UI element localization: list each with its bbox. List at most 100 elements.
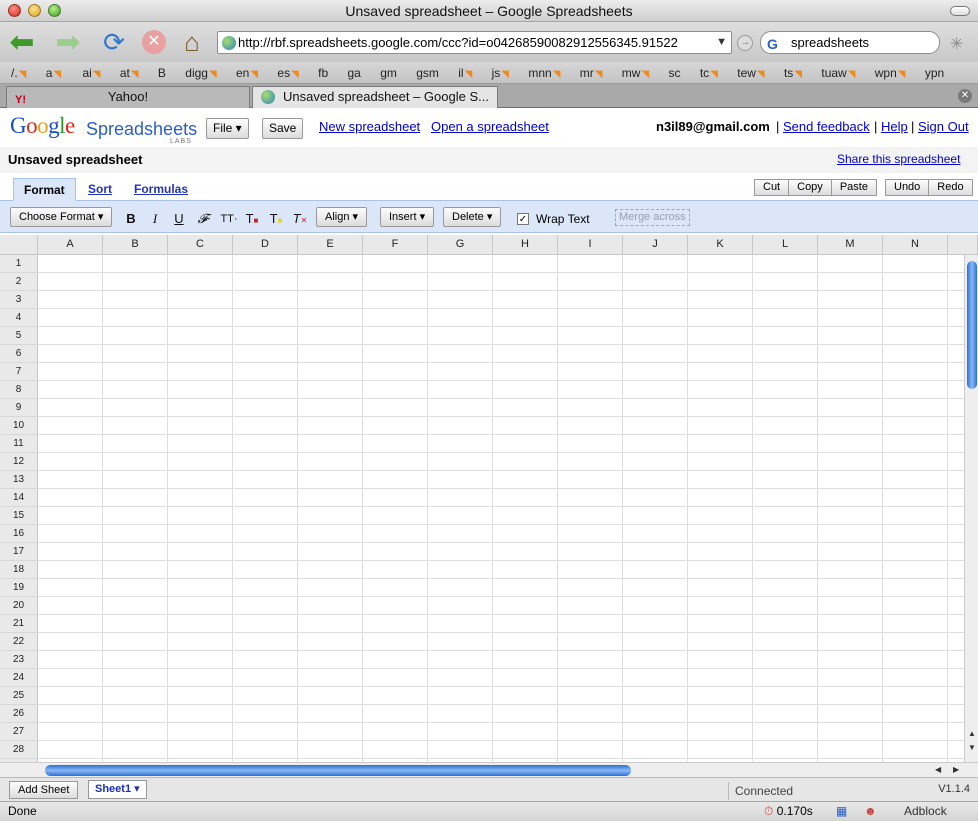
row-header[interactable]: 5 — [0, 327, 38, 345]
toolbar-toggle-button[interactable] — [950, 6, 970, 16]
scroll-left-icon[interactable]: ◀ — [935, 763, 941, 777]
zoom-window-button[interactable] — [48, 4, 61, 17]
column-header[interactable]: K — [688, 235, 753, 255]
horizontal-scrollbar[interactable]: ◀ ▶ — [0, 762, 978, 777]
bookmark-item[interactable]: mnn◥ — [528, 62, 560, 83]
bookmark-item[interactable]: tuaw◥ — [821, 62, 855, 83]
scroll-down-icon[interactable]: ▼ — [967, 743, 977, 752]
row-header[interactable]: 22 — [0, 633, 38, 651]
row-header[interactable]: 10 — [0, 417, 38, 435]
bookmark-item[interactable]: ga — [348, 62, 361, 83]
column-header[interactable]: L — [753, 235, 818, 255]
column-header[interactable]: A — [38, 235, 103, 255]
text-color-icon[interactable]: T■ — [243, 210, 261, 228]
grid-corner[interactable] — [0, 235, 38, 255]
column-header[interactable]: C — [168, 235, 233, 255]
row-header[interactable]: 23 — [0, 651, 38, 669]
vertical-scrollbar[interactable]: ▲ ▼ — [964, 255, 978, 765]
undo-button[interactable]: Undo — [885, 179, 930, 196]
sheet-tab[interactable]: Sheet1 ▾ — [88, 780, 147, 799]
copy-button[interactable]: Copy — [788, 179, 832, 196]
add-sheet-button[interactable]: Add Sheet — [9, 781, 79, 799]
bookmark-item[interactable]: a◥ — [46, 62, 61, 83]
row-header[interactable]: 3 — [0, 291, 38, 309]
scroll-right-icon[interactable]: ▶ — [953, 763, 959, 777]
column-header[interactable]: B — [103, 235, 168, 255]
column-header[interactable]: I — [558, 235, 623, 255]
row-header[interactable]: 28 — [0, 741, 38, 759]
font-family-icon[interactable]: 𝓕· — [195, 210, 213, 228]
back-icon[interactable]: ⬅ — [6, 26, 38, 59]
cell-area[interactable] — [38, 255, 964, 777]
address-dropdown-icon[interactable]: ▼ — [716, 32, 727, 53]
stop-icon[interactable]: ✕ — [138, 26, 170, 58]
tab-google-spreadsheets[interactable]: Unsaved spreadsheet – Google S... — [252, 86, 498, 108]
bookmark-item[interactable]: tew◥ — [737, 62, 764, 83]
column-header[interactable]: M — [818, 235, 883, 255]
scroll-up-icon[interactable]: ▲ — [967, 729, 977, 738]
tab-format[interactable]: Format — [13, 178, 76, 201]
bookmark-item[interactable]: ypn — [925, 62, 944, 83]
save-button[interactable]: Save — [262, 118, 304, 139]
search-engine-icon[interactable]: G — [767, 34, 778, 55]
row-header[interactable]: 7 — [0, 363, 38, 381]
bookmark-item[interactable]: fb — [318, 62, 328, 83]
row-header[interactable]: 26 — [0, 705, 38, 723]
row-header[interactable]: 14 — [0, 489, 38, 507]
share-link[interactable]: Share this spreadsheet — [837, 152, 960, 166]
row-header[interactable]: 24 — [0, 669, 38, 687]
row-header[interactable]: 8 — [0, 381, 38, 399]
file-menu-button[interactable]: File ▾ — [206, 118, 249, 139]
column-header[interactable]: H — [493, 235, 558, 255]
column-header[interactable]: G — [428, 235, 493, 255]
bookmark-item[interactable]: /.◥ — [11, 62, 26, 83]
close-window-button[interactable] — [8, 4, 21, 17]
address-bar[interactable]: http://rbf.spreadsheets.google.com/ccc?i… — [217, 31, 732, 54]
send-feedback-link[interactable]: Send feedback — [783, 119, 870, 134]
new-spreadsheet-link[interactable]: New spreadsheet — [319, 119, 420, 134]
bookmark-item[interactable]: il◥ — [458, 62, 472, 83]
home-icon[interactable]: ⌂ — [176, 26, 208, 58]
bookmark-item[interactable]: ai◥ — [82, 62, 100, 83]
bookmark-item[interactable]: wpn◥ — [875, 62, 906, 83]
vertical-scroll-thumb[interactable] — [967, 261, 977, 389]
row-header[interactable]: 1 — [0, 255, 38, 273]
row-header[interactable]: 9 — [0, 399, 38, 417]
wrap-text-checkbox[interactable]: ✓ — [517, 213, 529, 225]
google-spreadsheets-logo[interactable]: Google Spreadsheets LABS — [10, 113, 200, 145]
monkey-icon[interactable]: ☻ — [864, 802, 877, 821]
font-size-icon[interactable]: TT· — [220, 210, 238, 228]
row-header[interactable]: 21 — [0, 615, 38, 633]
row-header[interactable]: 12 — [0, 453, 38, 471]
tab-sort[interactable]: Sort — [78, 178, 122, 201]
clear-format-icon[interactable]: T✕ — [291, 210, 309, 228]
row-header[interactable]: 19 — [0, 579, 38, 597]
bookmark-item[interactable]: gm — [380, 62, 397, 83]
close-tab-icon[interactable]: ✕ — [958, 89, 972, 103]
bookmark-item[interactable]: sc — [669, 62, 681, 83]
bookmark-item[interactable]: js◥ — [492, 62, 509, 83]
bookmark-item[interactable]: digg◥ — [185, 62, 216, 83]
search-input[interactable]: G spreadsheets — [760, 31, 940, 54]
bookmark-item[interactable]: gsm — [416, 62, 439, 83]
bookmark-item[interactable]: tc◥ — [700, 62, 718, 83]
minimize-window-button[interactable] — [28, 4, 41, 17]
go-icon[interactable]: → — [737, 35, 753, 51]
row-header[interactable]: 27 — [0, 723, 38, 741]
row-header[interactable]: 18 — [0, 561, 38, 579]
merge-across-button[interactable]: Merge across — [615, 209, 690, 226]
row-header[interactable]: 2 — [0, 273, 38, 291]
row-header[interactable]: 13 — [0, 471, 38, 489]
tab-formulas[interactable]: Formulas — [124, 178, 198, 201]
choose-format-button[interactable]: Choose Format ▾ — [10, 207, 113, 227]
bookmark-item[interactable]: ts◥ — [784, 62, 802, 83]
redo-button[interactable]: Redo — [928, 179, 973, 196]
reload-icon[interactable]: ⟳ — [98, 26, 130, 58]
bookmark-item[interactable]: es◥ — [277, 62, 298, 83]
help-link[interactable]: Help — [881, 119, 908, 134]
bookmark-item[interactable]: B — [158, 62, 166, 83]
column-header[interactable]: N — [883, 235, 948, 255]
row-header[interactable]: 15 — [0, 507, 38, 525]
column-header[interactable]: D — [233, 235, 298, 255]
bookmark-item[interactable]: en◥ — [236, 62, 258, 83]
